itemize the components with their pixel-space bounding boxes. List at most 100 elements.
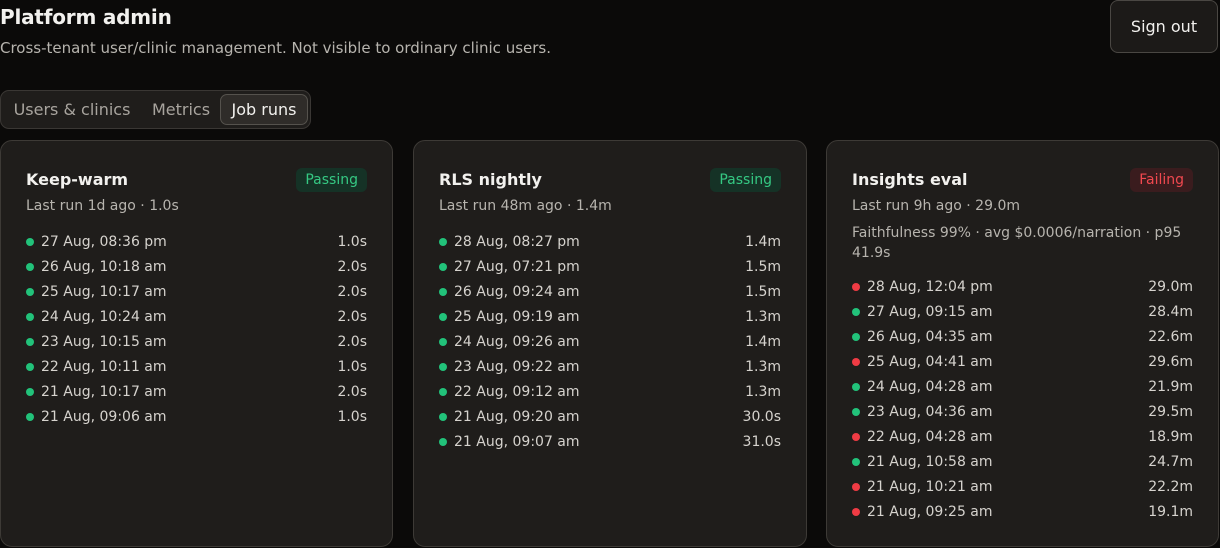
run-item: 25 Aug, 04:41 am 29.6m: [852, 353, 1193, 378]
run-duration: 18.9m: [1148, 429, 1193, 445]
job-last-run: Last run 9h ago · 29.0m: [852, 198, 1020, 214]
fail-status-dot: [852, 508, 860, 516]
run-duration: 1.3m: [745, 309, 781, 325]
tab-metrics[interactable]: Metrics: [143, 94, 219, 125]
run-item: 23 Aug, 04:36 am 29.5m: [852, 403, 1193, 428]
run-item: 27 Aug, 08:36 pm 1.0s: [26, 233, 367, 258]
run-duration: 29.6m: [1148, 354, 1193, 370]
run-time: 27 Aug, 08:36 pm: [41, 234, 167, 250]
job-card-keep-warm: Keep-warm Passing Last run 1d ago · 1.0s…: [0, 140, 393, 547]
pass-status-dot: [439, 263, 447, 271]
run-duration: 28.4m: [1148, 304, 1193, 320]
tab-users-clinics[interactable]: Users & clinics: [7, 94, 137, 125]
run-duration: 2.0s: [337, 334, 367, 350]
run-time: 22 Aug, 04:28 am: [867, 429, 993, 445]
fail-status-dot: [852, 358, 860, 366]
run-list: 27 Aug, 08:36 pm 1.0s 26 Aug, 10:18 am 2.0s…: [26, 233, 367, 433]
pass-status-dot: [439, 338, 447, 346]
run-duration: 2.0s: [337, 284, 367, 300]
run-item: 21 Aug, 10:17 am 2.0s: [26, 383, 367, 408]
run-duration: 1.4m: [745, 234, 781, 250]
pass-status-dot: [852, 458, 860, 466]
run-time: 21 Aug, 09:07 am: [454, 434, 580, 450]
run-time: 21 Aug, 10:21 am: [867, 479, 993, 495]
tab-job-runs[interactable]: Job runs: [220, 94, 308, 125]
pass-status-dot: [26, 363, 34, 371]
run-time: 21 Aug, 09:06 am: [41, 409, 167, 425]
pass-status-dot: [439, 388, 447, 396]
pass-status-dot: [439, 363, 447, 371]
job-last-run: Last run 48m ago · 1.4m: [439, 198, 612, 214]
run-item: 22 Aug, 10:11 am 1.0s: [26, 358, 367, 383]
status-badge: Failing: [1130, 168, 1193, 192]
run-time: 25 Aug, 10:17 am: [41, 284, 167, 300]
run-item: 23 Aug, 10:15 am 2.0s: [26, 333, 367, 358]
pass-status-dot: [26, 338, 34, 346]
run-item: 25 Aug, 10:17 am 2.0s: [26, 283, 367, 308]
run-time: 22 Aug, 10:11 am: [41, 359, 167, 375]
run-duration: 30.0s: [742, 409, 781, 425]
job-name: RLS nightly: [439, 170, 542, 189]
run-duration: 1.5m: [745, 259, 781, 275]
run-item: 21 Aug, 10:21 am 22.2m: [852, 478, 1193, 503]
pass-status-dot: [26, 288, 34, 296]
tab-bar: Users & clinics Metrics Job runs: [0, 90, 311, 129]
run-item: 24 Aug, 09:26 am 1.4m: [439, 333, 781, 358]
run-item: 21 Aug, 09:07 am 31.0s: [439, 433, 781, 458]
run-duration: 22.6m: [1148, 329, 1193, 345]
run-item: 21 Aug, 10:58 am 24.7m: [852, 453, 1193, 478]
status-badge: Passing: [710, 168, 781, 192]
run-time: 27 Aug, 07:21 pm: [454, 259, 580, 275]
pass-status-dot: [439, 313, 447, 321]
run-item: 28 Aug, 08:27 pm 1.4m: [439, 233, 781, 258]
run-list: 28 Aug, 12:04 pm 29.0m 27 Aug, 09:15 am 28.…: [852, 278, 1193, 528]
pass-status-dot: [26, 238, 34, 246]
run-time: 28 Aug, 08:27 pm: [454, 234, 580, 250]
run-duration: 2.0s: [337, 259, 367, 275]
pass-status-dot: [852, 383, 860, 391]
pass-status-dot: [26, 313, 34, 321]
run-time: 27 Aug, 09:15 am: [867, 304, 993, 320]
run-item: 21 Aug, 09:06 am 1.0s: [26, 408, 367, 433]
pass-status-dot: [26, 413, 34, 421]
run-time: 22 Aug, 09:12 am: [454, 384, 580, 400]
run-item: 28 Aug, 12:04 pm 29.0m: [852, 278, 1193, 303]
run-time: 25 Aug, 09:19 am: [454, 309, 580, 325]
run-duration: 31.0s: [742, 434, 781, 450]
pass-status-dot: [26, 388, 34, 396]
run-duration: 1.5m: [745, 284, 781, 300]
job-card-rls-nightly: RLS nightly Passing Last run 48m ago · 1…: [413, 140, 807, 547]
page-subtitle: Cross-tenant user/clinic management. Not…: [0, 39, 551, 57]
fail-status-dot: [852, 283, 860, 291]
run-duration: 1.3m: [745, 359, 781, 375]
run-item: 21 Aug, 09:20 am 30.0s: [439, 408, 781, 433]
run-duration: 19.1m: [1148, 504, 1193, 520]
platform-admin-page: Platform admin Cross-tenant user/clinic …: [0, 0, 1220, 548]
pass-status-dot: [439, 288, 447, 296]
job-card-insights-eval: Insights eval Failing Last run 9h ago · …: [826, 140, 1219, 547]
run-duration: 1.4m: [745, 334, 781, 350]
run-time: 24 Aug, 04:28 am: [867, 379, 993, 395]
run-item: 24 Aug, 04:28 am 21.9m: [852, 378, 1193, 403]
pass-status-dot: [439, 438, 447, 446]
run-duration: 21.9m: [1148, 379, 1193, 395]
run-duration: 1.0s: [337, 234, 367, 250]
run-time: 25 Aug, 04:41 am: [867, 354, 993, 370]
run-item: 21 Aug, 09:25 am 19.1m: [852, 503, 1193, 528]
run-time: 24 Aug, 10:24 am: [41, 309, 167, 325]
pass-status-dot: [852, 333, 860, 341]
sign-out-button[interactable]: Sign out: [1110, 0, 1218, 53]
run-time: 23 Aug, 10:15 am: [41, 334, 167, 350]
run-time: 28 Aug, 12:04 pm: [867, 279, 993, 295]
run-item: 27 Aug, 09:15 am 28.4m: [852, 303, 1193, 328]
run-duration: 29.5m: [1148, 404, 1193, 420]
run-time: 21 Aug, 09:20 am: [454, 409, 580, 425]
pass-status-dot: [852, 408, 860, 416]
job-name: Keep-warm: [26, 170, 129, 189]
pass-status-dot: [439, 238, 447, 246]
run-duration: 1.0s: [337, 359, 367, 375]
run-duration: 2.0s: [337, 309, 367, 325]
run-time: 26 Aug, 10:18 am: [41, 259, 167, 275]
job-last-run: Last run 1d ago · 1.0s: [26, 198, 179, 214]
run-duration: 22.2m: [1148, 479, 1193, 495]
